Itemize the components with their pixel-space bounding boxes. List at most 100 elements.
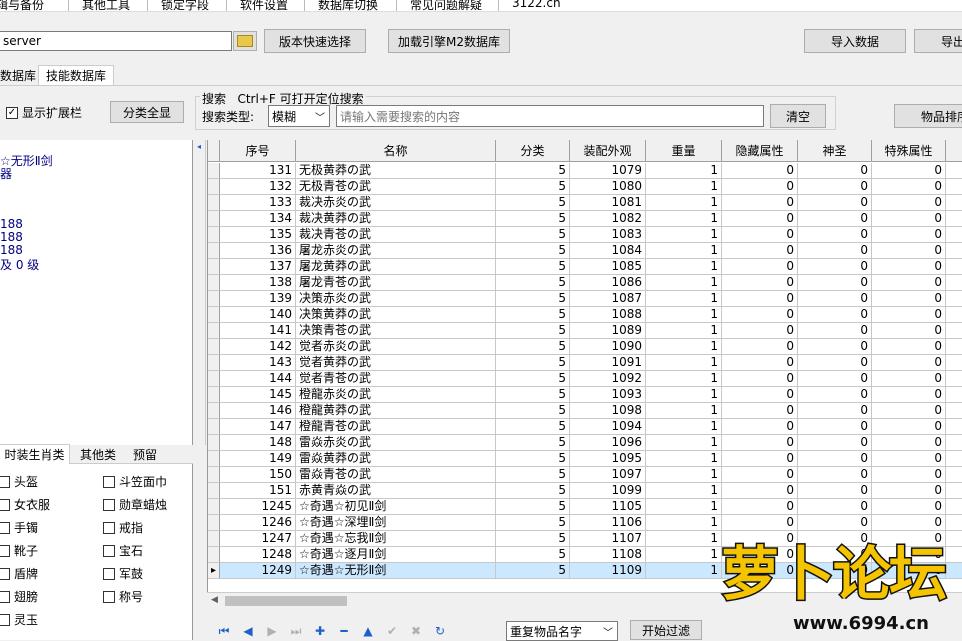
table-cell[interactable]: 135 [220, 227, 296, 243]
table-cell[interactable]: 0 [722, 467, 798, 483]
clear-button[interactable]: 清空 [770, 104, 826, 128]
table-cell[interactable]: 赤黄青焱の武 [296, 483, 496, 499]
menu-item[interactable]: 常见问题解疑 [410, 0, 482, 11]
table-cell[interactable]: 0 [798, 291, 872, 307]
table-cell[interactable]: 0 [798, 323, 872, 339]
category-checkbox[interactable]: 宝石 [103, 542, 143, 559]
post-record-icon[interactable]: ✔ [384, 624, 400, 638]
table-cell[interactable]: 150 [220, 467, 296, 483]
table-cell[interactable]: 0 [872, 483, 946, 499]
table-cell[interactable]: 1 [646, 307, 722, 323]
table-cell[interactable]: 1089 [570, 323, 646, 339]
row-indicator[interactable]: ▸ [208, 563, 220, 579]
item-sort-button[interactable]: 物品排序 [894, 104, 962, 128]
table-cell[interactable]: 裁决赤炎の武 [296, 195, 496, 211]
table-cell[interactable]: 1 [646, 483, 722, 499]
table-cell[interactable]: 1 [646, 195, 722, 211]
table-cell[interactable]: 裁决青苍の武 [296, 227, 496, 243]
row-indicator[interactable] [208, 291, 220, 307]
table-cell[interactable]: 1098 [570, 403, 646, 419]
first-record-icon[interactable]: ⏮ [216, 624, 232, 638]
table-cell[interactable]: 1091 [570, 355, 646, 371]
export-data-button[interactable]: 导出 [914, 29, 962, 53]
table-cell[interactable]: 5 [496, 483, 570, 499]
table-cell[interactable]: 1245 [220, 499, 296, 515]
table-cell[interactable]: 1 [646, 419, 722, 435]
table-cell[interactable]: 0 [798, 243, 872, 259]
table-cell[interactable]: 1088 [570, 307, 646, 323]
table-cell[interactable]: 0 [872, 371, 946, 387]
table-cell[interactable]: 1093 [570, 387, 646, 403]
table-cell[interactable]: 5 [496, 531, 570, 547]
row-indicator[interactable] [208, 435, 220, 451]
search-input[interactable]: 请输入需要搜索的内容 [336, 105, 764, 127]
table-row[interactable]: 131 无极黄莽の武 5 1079 1 0 0 0 [208, 163, 962, 179]
menu-item[interactable]: 编辑与备份 [0, 0, 44, 11]
table-cell[interactable]: 裁决黄莽の武 [296, 211, 496, 227]
category-checkbox[interactable]: 称号 [103, 588, 143, 605]
table-cell[interactable]: 5 [496, 515, 570, 531]
table-cell[interactable]: 1080 [570, 179, 646, 195]
table-cell[interactable]: 5 [496, 355, 570, 371]
table-cell[interactable]: 5 [496, 499, 570, 515]
table-cell[interactable]: 0 [722, 307, 798, 323]
table-cell[interactable]: 1 [646, 179, 722, 195]
table-row[interactable]: 139 决策赤炎の武 5 1087 1 0 0 0 [208, 291, 962, 307]
table-cell[interactable]: 149 [220, 451, 296, 467]
splitter-arrow-icon[interactable]: ◂ [197, 142, 201, 151]
table-cell[interactable]: 0 [722, 259, 798, 275]
row-indicator[interactable] [208, 339, 220, 355]
table-cell[interactable]: 0 [872, 179, 946, 195]
table-cell[interactable]: 0 [798, 467, 872, 483]
table-cell[interactable]: 1 [646, 291, 722, 307]
table-cell[interactable]: 1082 [570, 211, 646, 227]
table-row[interactable]: 149 雷焱黄莽の武 5 1095 1 0 0 0 [208, 451, 962, 467]
table-cell[interactable]: 雷焱赤炎の武 [296, 435, 496, 451]
table-cell[interactable]: 0 [798, 371, 872, 387]
table-cell[interactable]: 0 [798, 515, 872, 531]
table-cell[interactable]: 1095 [570, 451, 646, 467]
table-cell[interactable]: 0 [798, 339, 872, 355]
column-header[interactable]: 装配外观 [570, 140, 646, 162]
row-indicator[interactable] [208, 275, 220, 291]
category-checkbox[interactable]: 靴子 [0, 542, 38, 559]
table-cell[interactable]: 0 [798, 435, 872, 451]
row-indicator[interactable] [208, 163, 220, 179]
row-indicator[interactable] [208, 355, 220, 371]
table-cell[interactable]: 0 [722, 195, 798, 211]
column-header[interactable]: 神圣 [798, 140, 872, 162]
tab-reserved[interactable]: 预留 [124, 444, 166, 464]
table-cell[interactable]: 0 [872, 163, 946, 179]
table-cell[interactable]: 0 [722, 355, 798, 371]
table-cell[interactable]: 屠龙青苍の武 [296, 275, 496, 291]
search-type-select[interactable]: 模糊 ﹀ [268, 105, 330, 127]
start-filter-button[interactable]: 开始过滤 [630, 620, 702, 640]
row-indicator[interactable] [208, 515, 220, 531]
table-cell[interactable]: 1097 [570, 467, 646, 483]
table-cell[interactable]: 1 [646, 371, 722, 387]
tab-other[interactable]: 其他类 [72, 444, 124, 464]
menu-item[interactable]: 其他工具 [82, 0, 130, 11]
table-cell[interactable]: 0 [722, 483, 798, 499]
table-cell[interactable]: 140 [220, 307, 296, 323]
table-cell[interactable]: 1092 [570, 371, 646, 387]
row-indicator[interactable] [208, 387, 220, 403]
tab-skill-database[interactable]: 技能数据库 [38, 65, 114, 85]
table-cell[interactable]: 1 [646, 163, 722, 179]
table-cell[interactable]: 0 [722, 339, 798, 355]
row-indicator[interactable] [208, 211, 220, 227]
table-row[interactable]: 151 赤黄青焱の武 5 1099 1 0 0 0 [208, 483, 962, 499]
table-cell[interactable]: 0 [722, 323, 798, 339]
table-cell[interactable]: 觉者黄莽の武 [296, 355, 496, 371]
menu-item[interactable]: 锁定字段 [161, 0, 209, 11]
table-cell[interactable]: 0 [872, 467, 946, 483]
table-cell[interactable]: 1 [646, 499, 722, 515]
table-cell[interactable]: 0 [722, 499, 798, 515]
category-checkbox[interactable]: 戒指 [103, 519, 143, 536]
table-cell[interactable]: 1 [646, 227, 722, 243]
table-cell[interactable]: 觉者赤炎の武 [296, 339, 496, 355]
table-cell[interactable]: 1 [646, 323, 722, 339]
table-cell[interactable]: 1096 [570, 435, 646, 451]
table-cell[interactable]: 5 [496, 179, 570, 195]
table-cell[interactable]: 5 [496, 275, 570, 291]
